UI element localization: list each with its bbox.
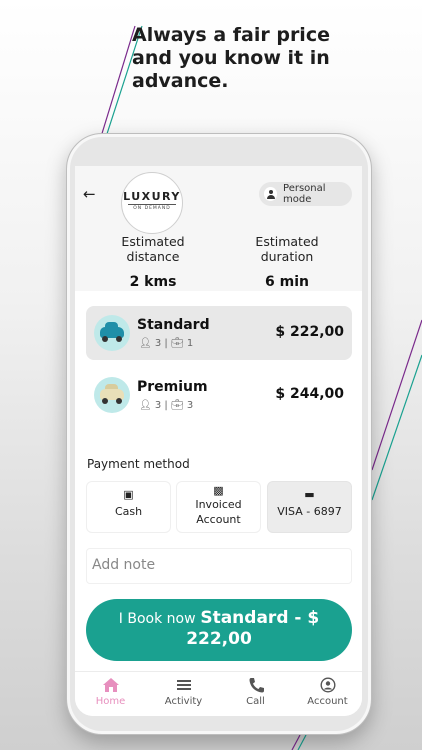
distance-label: Estimated distance — [121, 234, 185, 264]
payment-label: Cash — [114, 505, 143, 518]
user-circle-icon — [319, 677, 336, 693]
ride-capacity: 👤︎ 3 | 💼︎ 3 — [139, 400, 194, 411]
phone-icon — [249, 678, 264, 693]
list-icon — [176, 680, 191, 690]
logo-sub-text: ON DEMAND — [128, 204, 176, 211]
payment-option-cash[interactable]: ▣ Cash — [86, 481, 171, 533]
tab-call[interactable]: Call — [227, 677, 284, 713]
tab-home[interactable]: Home — [82, 677, 139, 713]
personal-mode-button[interactable]: Personal mode — [259, 182, 352, 206]
payment-option-visa[interactable]: ▬ VISA - 6897 — [267, 481, 352, 533]
payment-label: VISA - 6897 — [277, 505, 342, 518]
estimated-duration: Estimated duration 6 min — [229, 234, 345, 290]
tab-label: Activity — [164, 696, 203, 707]
company-logo: LUXURY ON DEMAND — [121, 172, 183, 234]
person-icon — [264, 187, 278, 201]
ride-option-premium[interactable]: Premium 👤︎ 3 | 💼︎ 3 $ 244,00 — [86, 368, 352, 422]
tab-activity[interactable]: Activity — [155, 677, 212, 713]
ride-name: Standard — [137, 317, 210, 333]
payment-label: Invoiced Account — [195, 498, 242, 526]
bottom-tab-bar: Home Activity Call Account — [75, 671, 362, 716]
tab-label: Home — [95, 696, 126, 707]
app-screen: ← LUXURY ON DEMAND Personal mode Estimat… — [75, 166, 362, 716]
ride-name: Premium — [137, 379, 208, 395]
top-panel: ← LUXURY ON DEMAND Personal mode Estimat… — [75, 166, 362, 291]
banknote-icon: ▣ — [123, 488, 134, 501]
home-icon — [102, 678, 119, 692]
tab-label: Account — [307, 696, 348, 707]
ride-price: $ 222,00 — [275, 324, 344, 340]
book-button-line: I Book now Standard - $ — [118, 608, 320, 628]
promo-headline: Always a fair price and you know it in a… — [132, 24, 330, 92]
book-now-button[interactable]: I Book now Standard - $ 222,00 — [86, 599, 352, 661]
estimated-distance: Estimated distance 2 kms — [97, 234, 209, 290]
book-button-price: 222,00 — [186, 629, 252, 649]
payment-option-invoiced[interactable]: ▩ Invoiced Account — [176, 481, 261, 533]
tab-label: Call — [246, 696, 265, 707]
duration-label: Estimated duration — [255, 234, 319, 264]
ride-capacity: 👤︎ 3 | 💼︎ 1 — [139, 338, 194, 349]
clipboard-icon: ▩ — [213, 484, 224, 497]
logo-main-text: LUXURY — [123, 190, 181, 203]
tab-account[interactable]: Account — [299, 677, 356, 713]
ride-price: $ 244,00 — [275, 386, 344, 402]
car-icon — [94, 377, 130, 413]
distance-value: 2 kms — [129, 274, 177, 290]
credit-card-icon: ▬ — [304, 488, 315, 501]
mode-label: Personal mode — [283, 183, 326, 205]
duration-value: 6 min — [265, 274, 309, 290]
car-icon — [94, 315, 130, 351]
add-note-input[interactable]: Add note — [86, 548, 352, 584]
payment-method-title: Payment method — [87, 457, 190, 471]
arrow-left-icon[interactable]: ← — [83, 185, 96, 203]
ride-option-standard[interactable]: Standard 👤︎ 3 | 💼︎ 1 $ 222,00 — [86, 306, 352, 360]
